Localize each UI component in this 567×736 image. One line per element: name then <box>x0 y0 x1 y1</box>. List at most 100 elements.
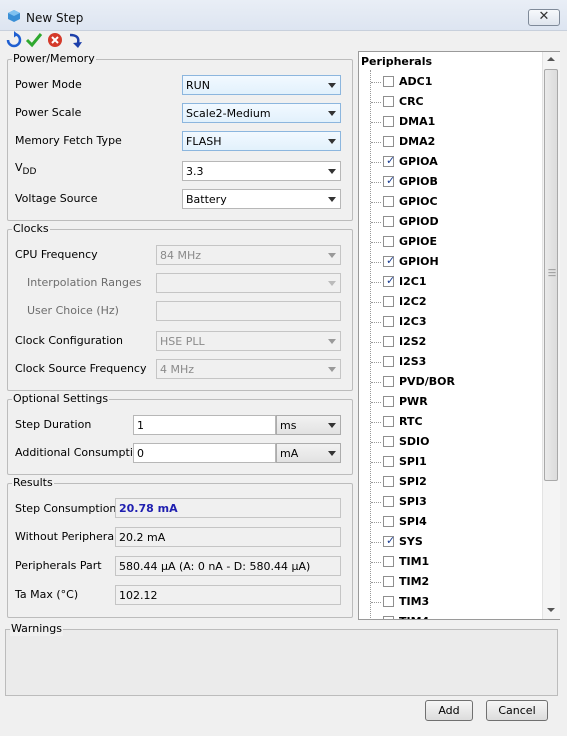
close-button[interactable]: ✕ <box>528 9 560 26</box>
tree-connector <box>371 422 381 423</box>
peripheral-checkbox[interactable]: ✓ <box>383 534 395 547</box>
add-button[interactable]: Add <box>425 700 473 721</box>
peripheral-checkbox[interactable] <box>383 416 394 427</box>
peripheral-label: SPI2 <box>399 475 427 488</box>
peripheral-item[interactable]: TIM4 <box>359 613 539 619</box>
peripheral-checkbox[interactable] <box>383 596 394 607</box>
user-choice-input[interactable] <box>156 301 341 321</box>
voltage-source-label: Voltage Source <box>15 192 98 205</box>
peripheral-checkbox[interactable]: ✓ <box>383 174 395 187</box>
peripheral-item[interactable]: TIM3 <box>359 593 539 611</box>
peripheral-item[interactable]: GPIOC <box>359 193 539 211</box>
checkmark-icon[interactable] <box>25 31 43 49</box>
step-duration-unit-select[interactable]: ms <box>276 415 341 435</box>
peripheral-item[interactable]: ✓ GPIOB <box>359 173 539 191</box>
peripheral-item[interactable]: ✓ SYS <box>359 533 539 551</box>
voltage-source-select[interactable]: Battery <box>182 189 341 209</box>
power-mode-label: Power Mode <box>15 78 82 91</box>
peripheral-checkbox[interactable] <box>383 496 394 507</box>
peripheral-item[interactable]: GPIOE <box>359 233 539 251</box>
peripheral-item[interactable]: I2S2 <box>359 333 539 351</box>
peripheral-checkbox[interactable]: ✓ <box>383 274 395 287</box>
peripheral-label: SPI1 <box>399 455 427 468</box>
peripheral-item[interactable]: ADC1 <box>359 73 539 91</box>
redo-icon[interactable] <box>66 31 84 49</box>
clock-config-select[interactable]: HSE PLL <box>156 331 341 351</box>
step-duration-input[interactable]: 1 <box>133 415 276 435</box>
scroll-down-arrow-icon[interactable] <box>547 608 555 612</box>
clock-source-freq-select[interactable]: 4 MHz <box>156 359 341 379</box>
power-scale-select[interactable]: Scale2-Medium <box>182 103 341 123</box>
step-duration-unit: ms <box>280 419 297 432</box>
tree-connector <box>371 202 381 203</box>
peripheral-checkbox[interactable] <box>383 216 394 227</box>
scrollbar-thumb[interactable]: — — — <box>544 69 558 481</box>
tree-connector <box>371 262 381 263</box>
peripheral-label: I2S3 <box>399 355 427 368</box>
power-scale-value: Scale2-Medium <box>186 107 271 120</box>
tree-connector <box>371 602 381 603</box>
peripheral-item[interactable]: DMA1 <box>359 113 539 131</box>
peripheral-checkbox[interactable] <box>383 436 394 447</box>
power-scale-label: Power Scale <box>15 106 82 119</box>
peripheral-item[interactable]: TIM1 <box>359 553 539 571</box>
peripheral-checkbox[interactable] <box>383 396 394 407</box>
peripheral-label: RTC <box>399 415 423 428</box>
peripheral-item[interactable]: I2C3 <box>359 313 539 331</box>
peripheral-item[interactable]: I2S3 <box>359 353 539 371</box>
peripheral-item[interactable]: SPI4 <box>359 513 539 531</box>
peripheral-checkbox[interactable] <box>383 556 394 567</box>
peripheral-checkbox[interactable] <box>383 76 394 87</box>
cancel-icon[interactable] <box>46 31 64 49</box>
without-peripherals-value: 20.2 mA <box>119 531 166 544</box>
chevron-down-icon <box>328 451 336 456</box>
peripheral-item[interactable]: SPI1 <box>359 453 539 471</box>
peripheral-item[interactable]: TIM2 <box>359 573 539 591</box>
peripheral-item[interactable]: SPI3 <box>359 493 539 511</box>
scroll-up-arrow-icon[interactable] <box>547 57 555 61</box>
peripheral-item[interactable]: PVD/BOR <box>359 373 539 391</box>
peripheral-checkbox[interactable]: ✓ <box>383 154 395 167</box>
peripheral-checkbox[interactable] <box>383 116 394 127</box>
peripheral-item[interactable]: DMA2 <box>359 133 539 151</box>
cpu-frequency-select[interactable]: 84 MHz <box>156 245 341 265</box>
without-peripherals-label: Without Peripherals <box>15 530 123 543</box>
peripheral-checkbox[interactable] <box>383 196 394 207</box>
peripheral-checkbox[interactable] <box>383 356 394 367</box>
cancel-button[interactable]: Cancel <box>486 700 548 721</box>
additional-consumption-input[interactable]: 0 <box>133 443 276 463</box>
peripheral-item[interactable]: RTC <box>359 413 539 431</box>
peripheral-checkbox[interactable] <box>383 516 394 527</box>
peripheral-item[interactable]: SDIO <box>359 433 539 451</box>
power-mode-select[interactable]: RUN <box>182 75 341 95</box>
peripheral-checkbox[interactable] <box>383 236 394 247</box>
peripheral-item[interactable]: I2C2 <box>359 293 539 311</box>
peripheral-item[interactable]: GPIOD <box>359 213 539 231</box>
tree-connector <box>371 222 381 223</box>
peripheral-item[interactable]: CRC <box>359 93 539 111</box>
peripheral-checkbox[interactable] <box>383 296 394 307</box>
peripheral-item[interactable]: PWR <box>359 393 539 411</box>
peripherals-scrollbar[interactable]: — — — <box>542 52 560 619</box>
peripheral-checkbox[interactable] <box>383 456 394 467</box>
peripheral-item[interactable]: ✓ GPIOA <box>359 153 539 171</box>
peripheral-checkbox[interactable] <box>383 616 394 619</box>
interpolation-select[interactable] <box>156 273 341 293</box>
peripheral-item[interactable]: ✓ I2C1 <box>359 273 539 291</box>
peripheral-checkbox[interactable] <box>383 576 394 587</box>
peripheral-checkbox[interactable] <box>383 476 394 487</box>
peripheral-checkbox[interactable] <box>383 96 394 107</box>
peripheral-item[interactable]: ✓ GPIOH <box>359 253 539 271</box>
peripheral-checkbox[interactable] <box>383 316 394 327</box>
peripheral-label: GPIOH <box>399 255 439 268</box>
memory-fetch-select[interactable]: FLASH <box>182 131 341 151</box>
peripheral-label: SYS <box>399 535 423 548</box>
peripheral-checkbox[interactable] <box>383 336 394 347</box>
peripheral-checkbox[interactable]: ✓ <box>383 254 395 267</box>
peripheral-checkbox[interactable] <box>383 376 394 387</box>
peripheral-item[interactable]: SPI2 <box>359 473 539 491</box>
peripheral-checkbox[interactable] <box>383 136 394 147</box>
refresh-icon[interactable] <box>5 31 23 49</box>
vdd-select[interactable]: 3.3 <box>182 161 341 181</box>
additional-consumption-unit-select[interactable]: mA <box>276 443 341 463</box>
